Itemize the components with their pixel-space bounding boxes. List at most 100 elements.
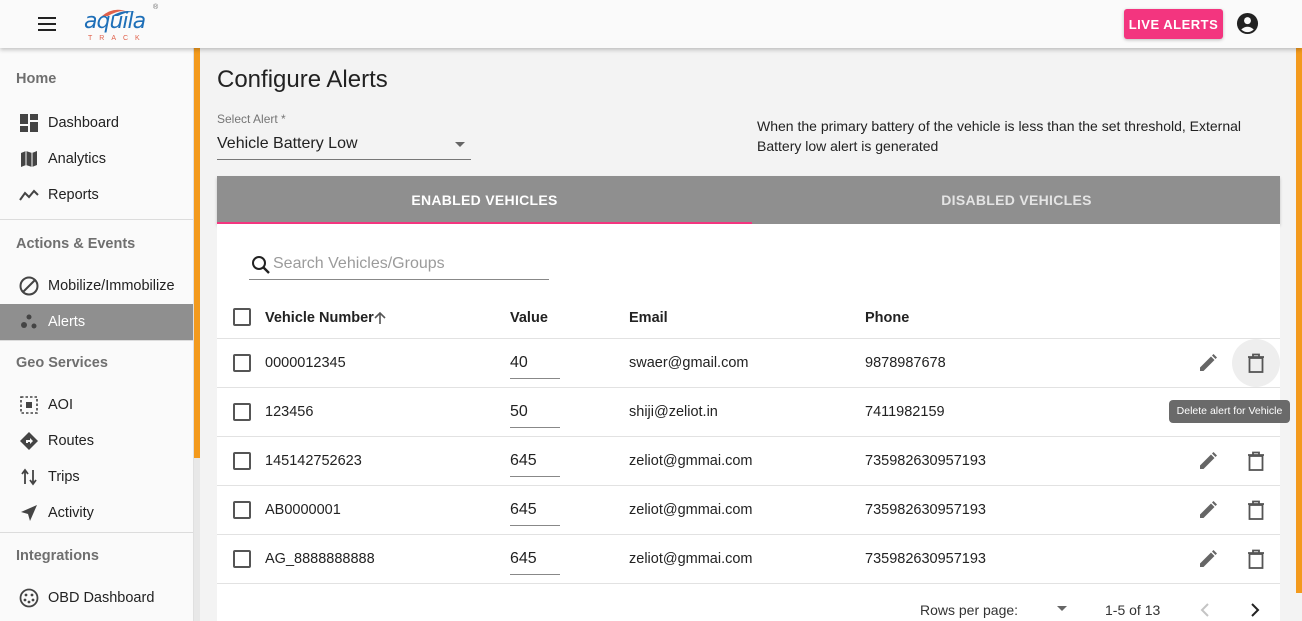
sidebar-item-reports[interactable]: Reports [0,177,193,213]
column-header-vehicle-number[interactable]: Vehicle Number [265,310,374,326]
sidebar-divider [0,340,193,341]
phone: 7411982159 [865,404,945,420]
value-input[interactable]: 645 [510,547,560,575]
rows-per-page-label: Rows per page: [920,602,1019,618]
column-header-value: Value [510,310,548,326]
row-checkbox[interactable] [233,501,251,519]
sidebar-item-obd-dashboard[interactable]: OBD Dashboard [0,580,193,616]
obd-icon [18,588,39,609]
row-checkbox[interactable] [233,452,251,470]
email: zeliot@gmmai.com [629,502,753,518]
delete-icon[interactable] [1244,547,1268,571]
sidebar-scrollbar-thumb[interactable] [194,48,200,458]
sidebar-scrollbar-track[interactable] [194,458,200,621]
logo-text: aquila [84,9,146,34]
sidebar-item-aoi[interactable]: AOI [0,387,193,423]
email: shiji@zeliot.in [629,404,718,420]
value-input[interactable]: 40 [510,351,560,379]
vehicle-number: AG_8888888888 [265,551,375,567]
row-checkbox[interactable] [233,354,251,372]
phone: 735982630957193 [865,453,986,469]
search-icon [252,256,270,274]
sidebar-item-alerts[interactable]: Alerts [0,304,193,340]
tab-disabled-vehicles[interactable]: DISABLED VEHICLES [749,176,1284,224]
edit-icon[interactable] [1196,547,1220,571]
sort-arrow-up-icon[interactable] [372,310,388,326]
rows-per-page-dropdown[interactable] [1057,606,1067,611]
column-header-phone: Phone [865,310,910,326]
swap-vert-icon [18,467,39,488]
sidebar-home[interactable]: Home [0,48,193,90]
sidebar-item-label: Alerts [48,314,86,330]
trending-icon [18,185,39,206]
table-pagination: Rows per page: 1-5 of 13 [217,584,1280,621]
vehicles-table-card: Vehicle Number Value Email Phone 0000012… [217,224,1280,621]
search-field[interactable] [249,249,549,280]
page-scrollbar-thumb[interactable] [1296,48,1302,593]
top-app-bar: aquila TRACK ® LIVE ALERTS [0,0,1302,48]
table-row: AG_8888888888 645 zeliot@gmmai.com 73598… [217,535,1280,584]
sidebar-item-dashboard[interactable]: Dashboard [0,105,193,141]
select-alert-dropdown[interactable]: Vehicle Battery Low [217,132,471,160]
delete-icon[interactable] [1244,498,1268,522]
table-row: AB0000001 645 zeliot@gmmai.com 735982630… [217,486,1280,535]
delete-icon[interactable] [1244,351,1268,375]
aquila-logo[interactable]: aquila TRACK ® [82,4,162,46]
sidebar-group-geo: Geo Services [16,355,108,371]
page-range: 1-5 of 13 [1105,602,1161,618]
sidebar-item-label: Dashboard [48,115,119,131]
sidebar-divider [0,219,193,220]
sidebar-item-label: AOI [48,397,73,413]
email: zeliot@gmmai.com [629,453,753,469]
select-alert-value: Vehicle Battery Low [217,135,358,152]
sidebar-item-mobilize[interactable]: Mobilize/Immobilize [0,268,193,304]
sidebar-divider [0,532,193,533]
value-text: 50 [510,403,528,420]
sidebar-group-actions: Actions & Events [16,236,136,252]
row-checkbox[interactable] [233,550,251,568]
edit-icon[interactable] [1196,498,1220,522]
sidebar-item-routes[interactable]: Routes [0,423,193,459]
edit-icon[interactable] [1196,449,1220,473]
chevron-down-icon [455,142,465,147]
page-title: Configure Alerts [217,66,388,93]
menu-icon[interactable] [30,12,60,36]
value-text: 645 [510,501,537,518]
delete-tooltip: Delete alert for Vehicle [1169,400,1290,423]
sidebar-item-label: Mobilize/Immobilize [48,278,175,294]
sidebar-item-analytics[interactable]: Analytics [0,141,193,177]
tab-enabled-vehicles[interactable]: ENABLED VEHICLES [217,176,752,224]
vehicle-number: 123456 [265,404,314,420]
sidebar-item-trips[interactable]: Trips [0,459,193,495]
phone: 735982630957193 [865,502,986,518]
live-alerts-button[interactable]: LIVE ALERTS [1124,9,1223,39]
chevron-left-icon[interactable] [1197,601,1215,619]
edit-icon[interactable] [1196,351,1220,375]
search-input[interactable] [273,253,543,275]
table-row: 145142752623 645 zeliot@gmmai.com 735982… [217,437,1280,486]
account-circle-icon[interactable] [1236,12,1259,35]
phone: 9878987678 [865,355,946,371]
value-input[interactable]: 645 [510,449,560,477]
vehicle-number: 145142752623 [265,453,362,469]
row-checkbox[interactable] [233,403,251,421]
logo-registered-mark: ® [153,4,159,11]
value-input[interactable]: 645 [510,498,560,526]
sidebar-item-label: Routes [48,433,94,449]
select-area-icon [18,395,39,416]
email: zeliot@gmmai.com [629,551,753,567]
delete-icon[interactable] [1244,449,1268,473]
vehicle-tabs: ENABLED VEHICLES DISABLED VEHICLES [217,176,1280,224]
select-alert-label: Select Alert * [217,112,286,126]
column-header-email: Email [629,310,668,326]
sidebar-item-activity[interactable]: Activity [0,495,193,531]
value-input[interactable]: 50 [510,400,560,428]
phone: 735982630957193 [865,551,986,567]
value-text: 40 [510,354,528,371]
sidebar-item-label: Analytics [48,151,107,167]
chevron-right-icon[interactable] [1245,601,1263,619]
sidebar-group-integrations: Integrations [16,548,99,564]
select-all-checkbox[interactable] [233,308,251,326]
sidebar: Home Dashboard Analytics Reports Actions… [0,48,194,621]
logo-subtext: TRACK [88,35,147,42]
